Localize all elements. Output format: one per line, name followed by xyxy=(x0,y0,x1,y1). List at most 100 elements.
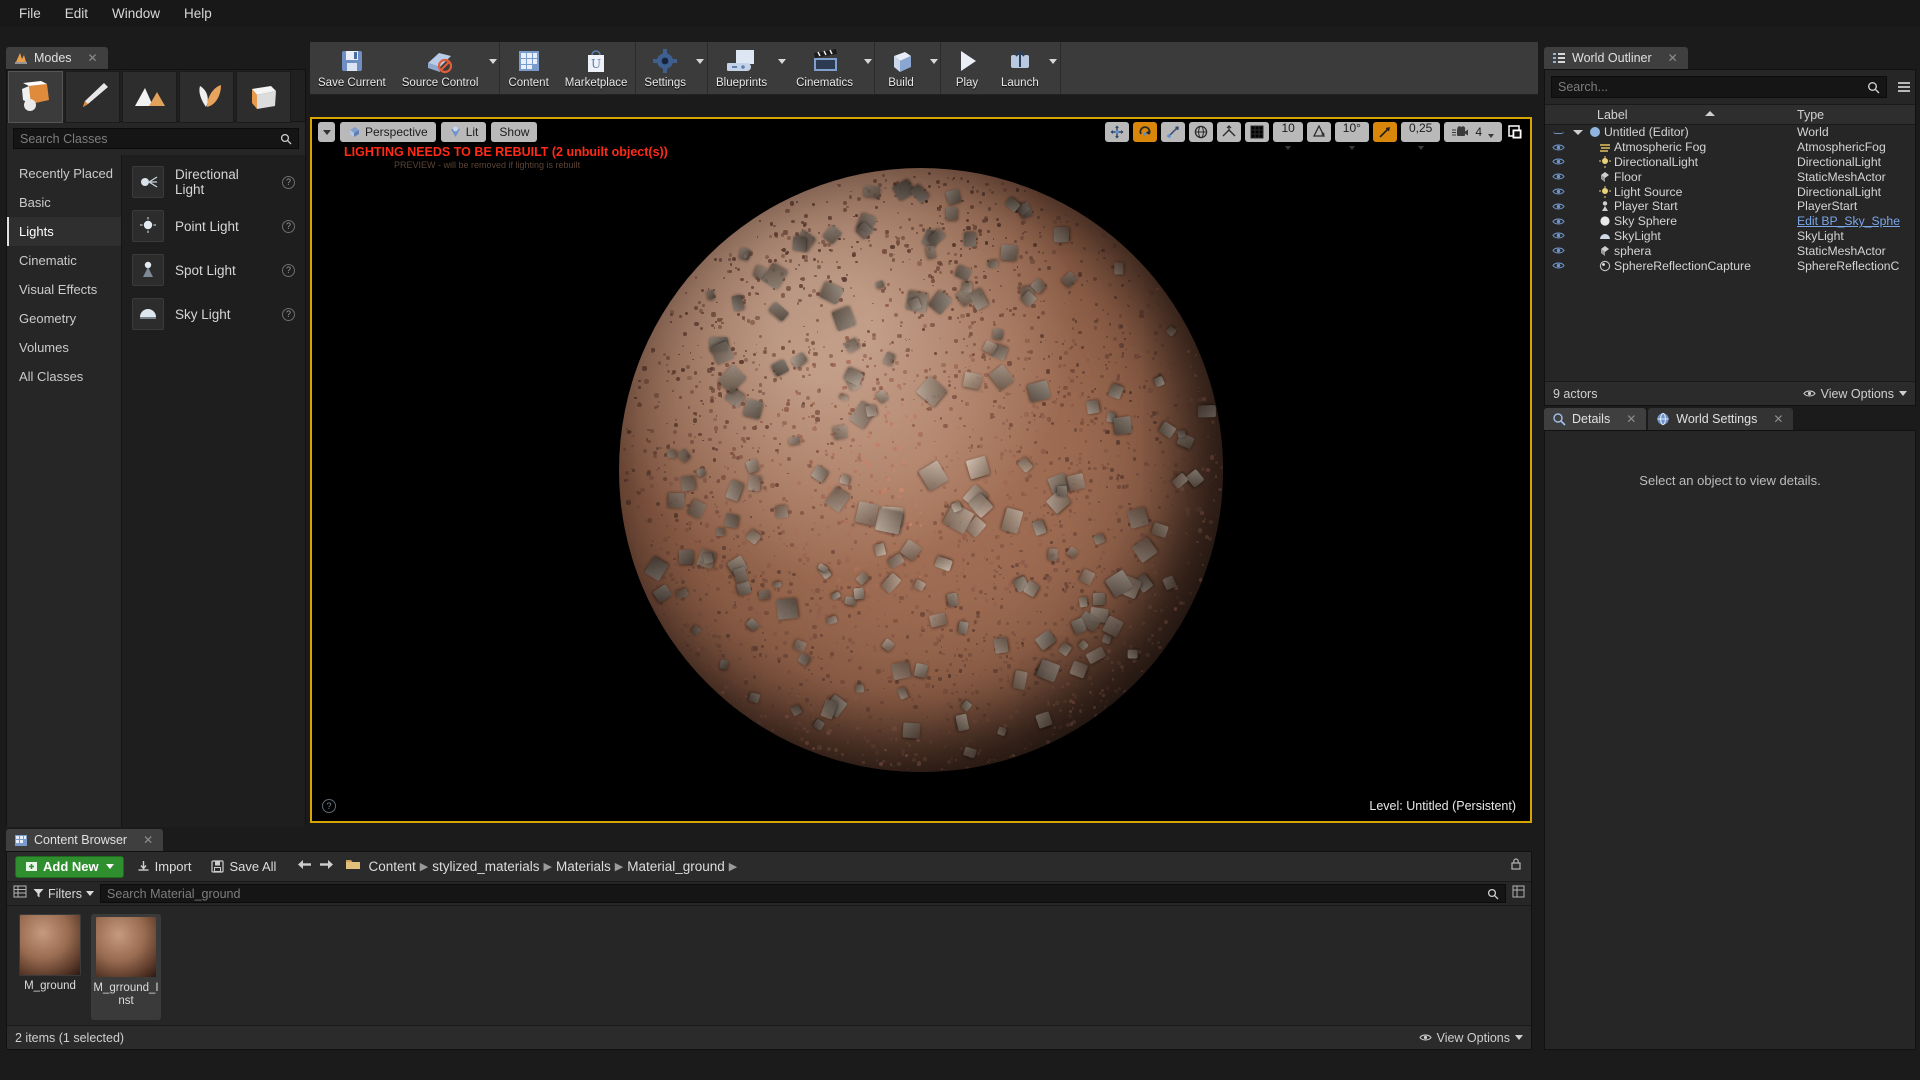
eye-icon[interactable] xyxy=(1552,261,1565,270)
outliner-row[interactable]: DirectionalLightDirectionalLight xyxy=(1545,155,1915,170)
outliner-row[interactable]: FloorStaticMeshActor xyxy=(1545,169,1915,184)
category-lights[interactable]: Lights xyxy=(7,217,121,246)
source-control-dropdown[interactable] xyxy=(486,42,499,94)
save-current-button[interactable]: Save Current xyxy=(310,42,394,94)
visibility-toggle[interactable] xyxy=(1545,131,1571,134)
maximize-viewport-button[interactable] xyxy=(1506,125,1524,140)
close-icon[interactable]: ✕ xyxy=(143,833,153,847)
play-button[interactable]: Play xyxy=(941,42,993,94)
category-cinematic[interactable]: Cinematic xyxy=(7,246,121,275)
view-perspective-button[interactable]: Perspective xyxy=(340,122,436,142)
eye-icon[interactable] xyxy=(1552,202,1565,211)
search-classes-input[interactable] xyxy=(20,132,280,146)
viewport-options-button[interactable] xyxy=(318,122,335,142)
content-browser-settings-button[interactable] xyxy=(1512,885,1525,903)
save-all-button[interactable]: Save All xyxy=(204,856,283,878)
tab-world-outliner[interactable]: World Outliner ✕ xyxy=(1544,47,1688,69)
viewport-help-icon[interactable]: ? xyxy=(322,799,336,813)
outliner-search-input[interactable] xyxy=(1558,80,1867,94)
outliner-col-type[interactable]: Type xyxy=(1797,108,1915,122)
outliner-row[interactable]: SphereReflectionCaptureSphereReflectionC xyxy=(1545,258,1915,273)
geometry-edit-mode-button[interactable] xyxy=(236,71,291,123)
content-search-input[interactable] xyxy=(107,887,1487,901)
lock-content-browser-button[interactable] xyxy=(1509,857,1523,876)
visibility-toggle[interactable] xyxy=(1545,202,1571,211)
camera-speed-control[interactable]: 4 xyxy=(1444,122,1502,142)
visibility-toggle[interactable] xyxy=(1545,246,1571,255)
view-show-button[interactable]: Show xyxy=(491,122,537,142)
filters-button[interactable]: Filters xyxy=(33,887,94,901)
breadcrumb-item[interactable]: stylized_materials xyxy=(432,859,539,874)
forward-button[interactable] xyxy=(319,858,334,876)
view-type-button[interactable] xyxy=(13,885,27,903)
outliner-row[interactable]: Sky SphereEdit BP_Sky_Sphe xyxy=(1545,214,1915,229)
eye-icon[interactable] xyxy=(1552,157,1565,166)
close-icon[interactable]: ✕ xyxy=(88,51,98,65)
outliner-row[interactable]: Untitled (Editor)World xyxy=(1545,125,1915,140)
outliner-row[interactable]: SkyLightSkyLight xyxy=(1545,229,1915,244)
blueprints-button[interactable]: Blueprints xyxy=(708,42,775,94)
eye-icon[interactable] xyxy=(1552,231,1565,240)
landscape-mode-button[interactable] xyxy=(122,71,177,123)
expander-icon[interactable] xyxy=(1573,130,1583,135)
class-item-spot-light[interactable]: Spot Light ? xyxy=(122,248,305,292)
breadcrumb-item[interactable]: Material_ground xyxy=(627,859,725,874)
help-icon[interactable]: ? xyxy=(282,264,295,277)
settings-dropdown[interactable] xyxy=(694,42,707,94)
breadcrumb-item[interactable]: Content xyxy=(368,859,415,874)
help-icon[interactable]: ? xyxy=(282,176,295,189)
eye-icon[interactable] xyxy=(1552,187,1565,196)
close-icon[interactable]: ✕ xyxy=(1773,412,1783,426)
outliner-col-label[interactable]: Label xyxy=(1589,108,1797,122)
visibility-toggle[interactable] xyxy=(1545,217,1571,226)
visibility-toggle[interactable] xyxy=(1545,187,1571,196)
source-control-button[interactable]: Source Control xyxy=(394,42,487,94)
angle-snap-value[interactable]: 10° xyxy=(1335,122,1369,142)
visibility-toggle[interactable] xyxy=(1545,261,1571,270)
visibility-toggle[interactable] xyxy=(1545,157,1571,166)
content-view-options-button[interactable]: View Options xyxy=(1419,1031,1523,1045)
menu-item-help[interactable]: Help xyxy=(173,3,223,24)
outliner-row[interactable]: Player StartPlayerStart xyxy=(1545,199,1915,214)
category-geometry[interactable]: Geometry xyxy=(7,304,121,333)
build-dropdown[interactable] xyxy=(927,42,940,94)
content-button[interactable]: Content xyxy=(500,42,556,94)
view-lit-button[interactable]: Lit xyxy=(441,122,487,142)
breadcrumb-item[interactable]: Materials xyxy=(556,859,611,874)
category-basic[interactable]: Basic xyxy=(7,188,121,217)
add-new-button[interactable]: Add New xyxy=(15,856,124,878)
outliner-row[interactable]: Light SourceDirectionalLight xyxy=(1545,184,1915,199)
outliner-view-options-button[interactable]: View Options xyxy=(1803,387,1907,401)
surface-snap-button[interactable] xyxy=(1217,122,1241,142)
visibility-toggle[interactable] xyxy=(1545,231,1571,240)
import-button[interactable]: Import xyxy=(130,856,199,878)
scale-widget-button[interactable] xyxy=(1161,122,1185,142)
outliner-search-box[interactable] xyxy=(1551,76,1887,98)
back-button[interactable] xyxy=(297,858,312,876)
launch-button[interactable]: Launch xyxy=(993,42,1047,94)
class-item-sky-light[interactable]: Sky Light ? xyxy=(122,292,305,336)
asset-tile[interactable]: M_ground xyxy=(17,914,83,1020)
help-icon[interactable]: ? xyxy=(282,220,295,233)
outliner-row[interactable]: spheraStaticMeshActor xyxy=(1545,243,1915,258)
asset-tile[interactable]: M_grround_Inst xyxy=(91,914,161,1020)
close-icon[interactable]: ✕ xyxy=(1668,51,1678,65)
category-all-classes[interactable]: All Classes xyxy=(7,362,121,391)
close-icon[interactable]: ✕ xyxy=(1626,412,1636,426)
rotate-widget-button[interactable] xyxy=(1133,122,1157,142)
visibility-toggle[interactable] xyxy=(1545,143,1571,152)
scale-snap-toggle[interactable] xyxy=(1373,122,1397,142)
class-item-directional-light[interactable]: Directional Light ? xyxy=(122,160,305,204)
coord-system-button[interactable] xyxy=(1189,122,1213,142)
place-mode-button[interactable] xyxy=(8,71,63,123)
settings-button[interactable]: Settings xyxy=(636,42,694,94)
category-volumes[interactable]: Volumes xyxy=(7,333,121,362)
launch-dropdown[interactable] xyxy=(1047,42,1060,94)
blueprints-dropdown[interactable] xyxy=(775,42,788,94)
menu-item-window[interactable]: Window xyxy=(101,3,171,24)
grid-snap-value[interactable]: 10 xyxy=(1273,122,1302,142)
menu-item-edit[interactable]: Edit xyxy=(54,3,99,24)
eye-icon[interactable] xyxy=(1552,172,1565,181)
build-button[interactable]: Build xyxy=(875,42,927,94)
content-search-box[interactable] xyxy=(100,884,1506,903)
